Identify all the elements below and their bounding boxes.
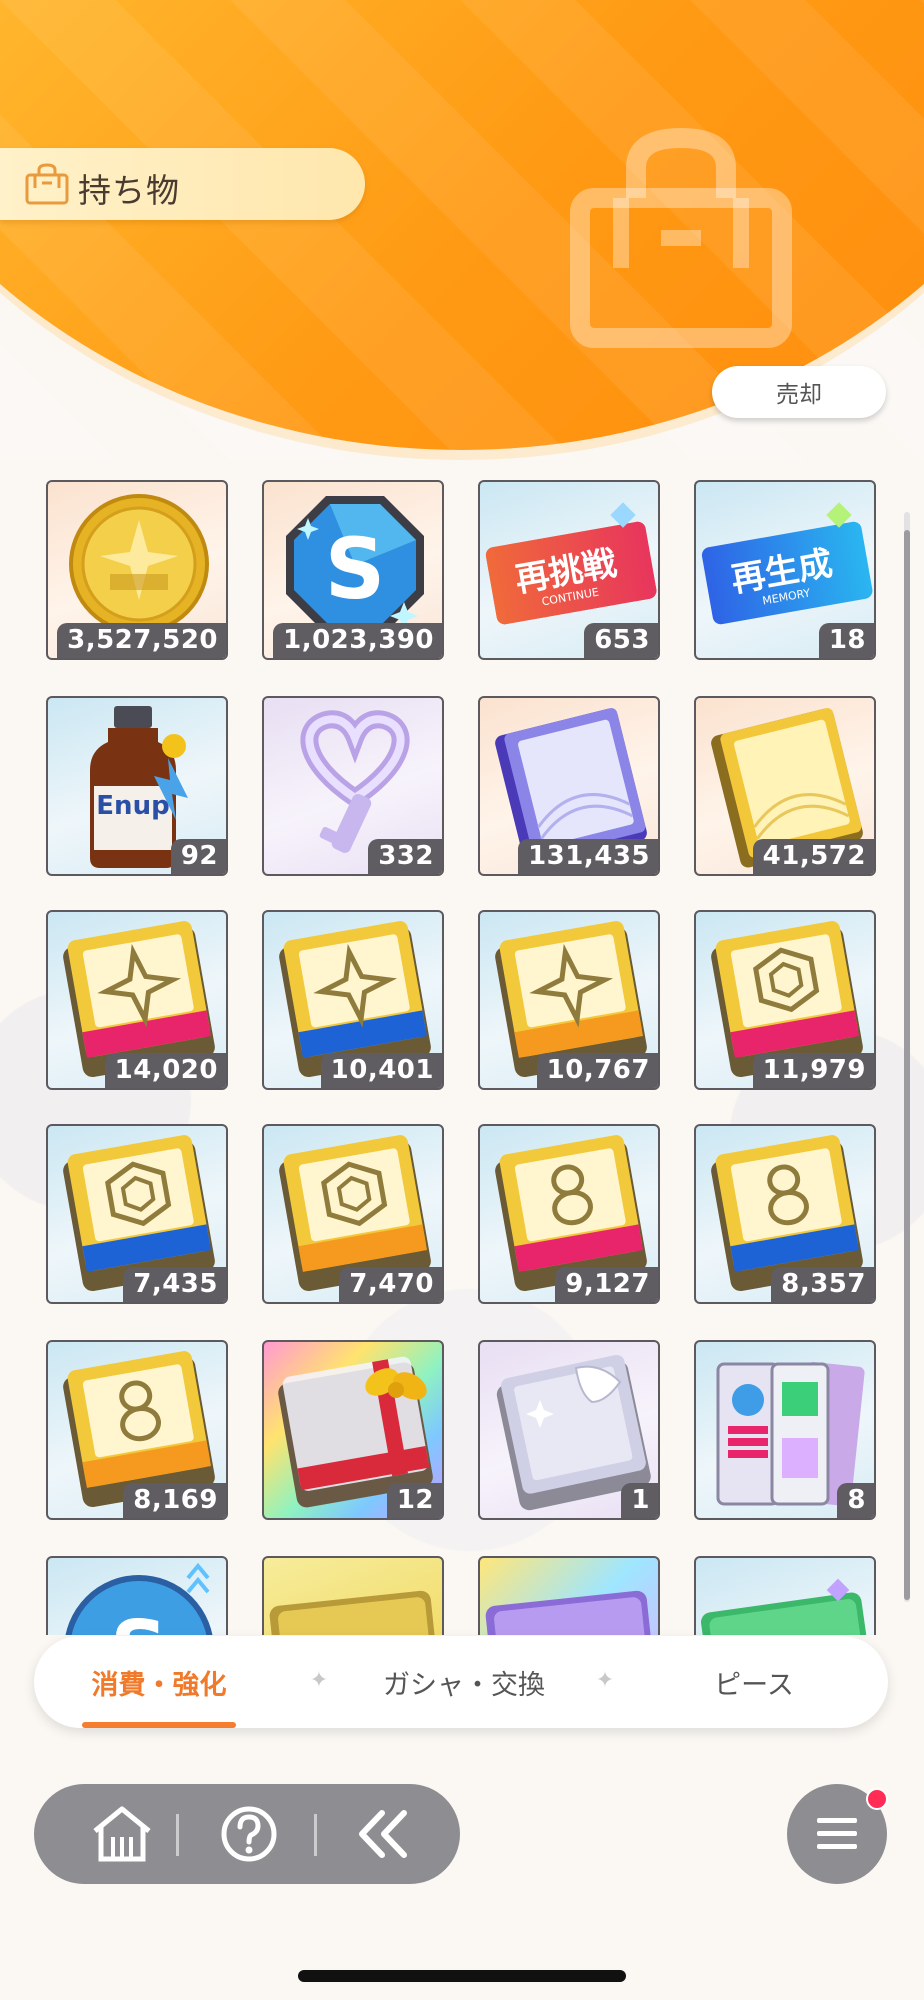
scrollbar-thumb[interactable] xyxy=(904,530,910,1600)
item-tile-book-hex-orange[interactable]: 7,470 xyxy=(262,1124,444,1304)
item-count: 9,127 xyxy=(555,1267,658,1302)
notification-badge xyxy=(866,1788,888,1810)
active-tab-indicator xyxy=(82,1722,236,1728)
item-count: 8,357 xyxy=(771,1267,874,1302)
item-count: 8,169 xyxy=(123,1483,226,1518)
item-count: 7,435 xyxy=(123,1267,226,1302)
s-gem-icon: S xyxy=(65,1562,213,1635)
nav-divider xyxy=(314,1814,317,1856)
item-tile-book-hex-blue[interactable]: 7,435 xyxy=(46,1124,228,1304)
rainbow-card-icon xyxy=(485,1590,657,1635)
item-tile-book-sparkle-orange[interactable]: 10,767 xyxy=(478,910,660,1090)
home-button[interactable] xyxy=(62,1784,182,1884)
item-grid: 3,527,520 S 1,023,390 再挑戦 CONTINUE 653 再… xyxy=(0,0,924,1635)
item-tile-purple-notebook[interactable]: 131,435 xyxy=(478,696,660,876)
item-tile-book-loop-blue[interactable]: 8,357 xyxy=(694,1124,876,1304)
item-tile-s-gem[interactable]: S 1,023,390 xyxy=(262,480,444,660)
item-tile-binder-set[interactable]: 8 xyxy=(694,1340,876,1520)
item-count: 332 xyxy=(368,839,442,874)
item-count: 14,020 xyxy=(104,1053,226,1088)
item-tile-book-loop-pink[interactable]: 9,127 xyxy=(478,1124,660,1304)
svg-text:S: S xyxy=(325,520,386,618)
svg-text:S: S xyxy=(110,1604,168,1635)
bottom-nav xyxy=(34,1784,460,1884)
tab-consume-enhance[interactable]: 消費・強化 xyxy=(34,1636,284,1728)
help-icon xyxy=(221,1806,277,1862)
item-count: 1,023,390 xyxy=(273,623,442,658)
item-count: 653 xyxy=(584,623,658,658)
tab-label: 消費・強化 xyxy=(91,1669,227,1701)
item-count: 12 xyxy=(386,1483,442,1518)
item-tile-partial-rainbow-card[interactable] xyxy=(478,1556,660,1635)
sparkle-separator-icon: ✦ xyxy=(309,1668,329,1693)
menu-icon xyxy=(817,1818,857,1849)
item-tile-gold-coin[interactable]: 3,527,520 xyxy=(46,480,228,660)
item-count: 3,527,520 xyxy=(57,623,226,658)
item-tile-yellow-notebook[interactable]: 41,572 xyxy=(694,696,876,876)
item-tile-book-loop-orange[interactable]: 8,169 xyxy=(46,1340,228,1520)
item-tile-energy-drink[interactable]: Enup 92 xyxy=(46,696,228,876)
back-button[interactable] xyxy=(324,1784,444,1884)
item-count: 131,435 xyxy=(518,839,658,874)
item-count: 10,401 xyxy=(320,1053,442,1088)
gold-card-icon xyxy=(269,1590,441,1635)
tab-gacha-exchange[interactable]: ガシャ・交換 xyxy=(334,1636,594,1728)
item-tile-partial-green-card[interactable] xyxy=(694,1556,876,1635)
item-tile-rainbow-gift-book[interactable]: 12 xyxy=(262,1340,444,1520)
item-count: 41,572 xyxy=(752,839,874,874)
category-tabbar: 消費・強化 ✦ ガシャ・交換 ✦ ピース xyxy=(34,1636,888,1728)
sparkle-separator-icon: ✦ xyxy=(595,1668,615,1693)
item-count: 8 xyxy=(837,1483,874,1518)
item-tile-regen-ticket[interactable]: 再生成 MEMORY 18 xyxy=(694,480,876,660)
home-icon xyxy=(93,1806,151,1862)
tab-piece[interactable]: ピース xyxy=(634,1636,874,1728)
item-tile-heart-key[interactable]: 332 xyxy=(262,696,444,876)
item-tile-retry-ticket[interactable]: 再挑戦 CONTINUE 653 xyxy=(478,480,660,660)
green-card-icon xyxy=(700,1578,874,1635)
item-tile-book-sparkle-pink[interactable]: 14,020 xyxy=(46,910,228,1090)
help-button[interactable] xyxy=(189,1784,309,1884)
item-count: 10,767 xyxy=(536,1053,658,1088)
back-icon xyxy=(359,1810,407,1858)
tab-label: ピース xyxy=(714,1669,794,1701)
item-count: 1 xyxy=(621,1483,658,1518)
bottle-label: Enup xyxy=(96,791,169,821)
item-tile-partial-gold-card[interactable] xyxy=(262,1556,444,1635)
item-tile-white-costume-book[interactable]: 1 xyxy=(478,1340,660,1520)
nav-divider xyxy=(176,1814,179,1856)
home-indicator[interactable] xyxy=(298,1970,626,1982)
item-count: 7,470 xyxy=(339,1267,442,1302)
item-count: 11,979 xyxy=(752,1053,874,1088)
item-tile-book-hex-pink[interactable]: 11,979 xyxy=(694,910,876,1090)
item-tile-book-sparkle-blue[interactable]: 10,401 xyxy=(262,910,444,1090)
item-count: 18 xyxy=(818,623,874,658)
item-tile-partial-s-gem[interactable]: S xyxy=(46,1556,228,1635)
tab-label: ガシャ・交換 xyxy=(383,1669,545,1701)
item-count: 92 xyxy=(170,839,226,874)
